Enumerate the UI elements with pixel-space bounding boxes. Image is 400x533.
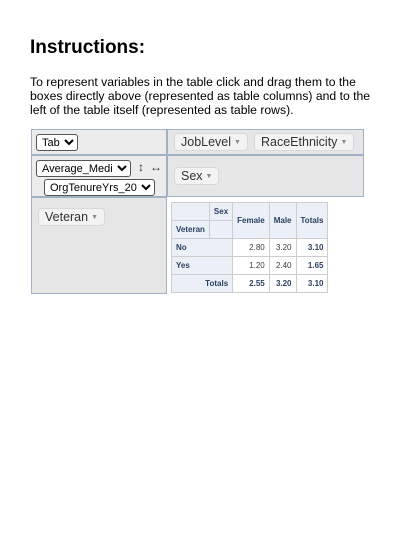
row-header-no: No <box>170 238 234 257</box>
attr-sex-label: Sex <box>181 169 203 183</box>
table-area: Sex Female Male Totals Veteran No 2.80 3… <box>170 202 329 293</box>
aggregator-select[interactable]: Average_Median <box>36 160 131 177</box>
row-attr-header: Veteran <box>171 220 210 239</box>
attr-joblevel[interactable]: JobLevel ▼ <box>174 133 248 151</box>
dropdown-triangle-icon[interactable]: ▼ <box>340 139 347 146</box>
row-order-arrow-icon[interactable]: ↕ <box>138 160 144 174</box>
row-attr-header-spacer <box>208 220 234 239</box>
col-total-cell: 2.55 <box>232 274 270 293</box>
col-order-arrow-icon[interactable]: ↔ <box>150 160 162 174</box>
col-header-female: Female <box>232 202 270 239</box>
dropdown-triangle-icon[interactable]: ▼ <box>206 173 213 180</box>
table-cell: 2.80 <box>232 238 270 257</box>
attr-joblevel-label: JobLevel <box>181 135 232 149</box>
table-cell: 2.40 <box>268 256 297 275</box>
attr-raceethnicity-label: RaceEthnicity <box>261 135 338 149</box>
totals-row: Totals 2.55 3.20 3.10 <box>170 274 329 293</box>
unused-attrs-area[interactable]: JobLevel ▼ RaceEthnicity ▼ <box>167 129 364 155</box>
table-cell: 3.20 <box>268 238 297 257</box>
attr-raceethnicity[interactable]: RaceEthnicity ▼ <box>254 133 355 151</box>
col-header-totals: Totals <box>295 202 329 239</box>
row-total-cell: 1.65 <box>295 256 329 275</box>
table-corner <box>171 202 210 221</box>
aggregator-cell: Average_Median ↕ ↔ OrgTenureYrs_2019 <box>31 155 167 197</box>
dropdown-triangle-icon[interactable]: ▼ <box>234 139 241 146</box>
renderer-cell: Table <box>31 129 167 155</box>
row-attrs-area[interactable]: Veteran ▼ <box>31 197 167 294</box>
table-row: Yes 1.20 2.40 1.65 <box>170 256 329 275</box>
attr-veteran[interactable]: Veteran ▼ <box>38 208 106 226</box>
col-total-cell: 3.20 <box>268 274 297 293</box>
renderer-select[interactable]: Table <box>36 134 78 151</box>
col-attr-header: Sex <box>208 202 234 221</box>
col-header-male: Male <box>268 202 297 239</box>
row-header-yes: Yes <box>170 256 234 275</box>
page-title: Instructions: <box>30 37 146 58</box>
totals-row-label: Totals <box>170 274 234 293</box>
table-row: No 2.80 3.20 3.10 <box>170 238 329 257</box>
row-total-cell: 3.10 <box>295 238 329 257</box>
attr-sex[interactable]: Sex ▼ <box>174 167 220 185</box>
dropdown-triangle-icon[interactable]: ▼ <box>91 214 98 221</box>
instructions-text: To represent variables in the table clic… <box>30 75 371 117</box>
pivot-table: Sex Female Male Totals Veteran No 2.80 3… <box>170 202 329 293</box>
table-cell: 1.20 <box>232 256 270 275</box>
attr-veteran-label: Veteran <box>45 210 89 224</box>
grand-total-cell: 3.10 <box>295 274 329 293</box>
col-attrs-area[interactable]: Sex ▼ <box>167 155 364 197</box>
value-field-select[interactable]: OrgTenureYrs_2019 <box>44 179 155 196</box>
